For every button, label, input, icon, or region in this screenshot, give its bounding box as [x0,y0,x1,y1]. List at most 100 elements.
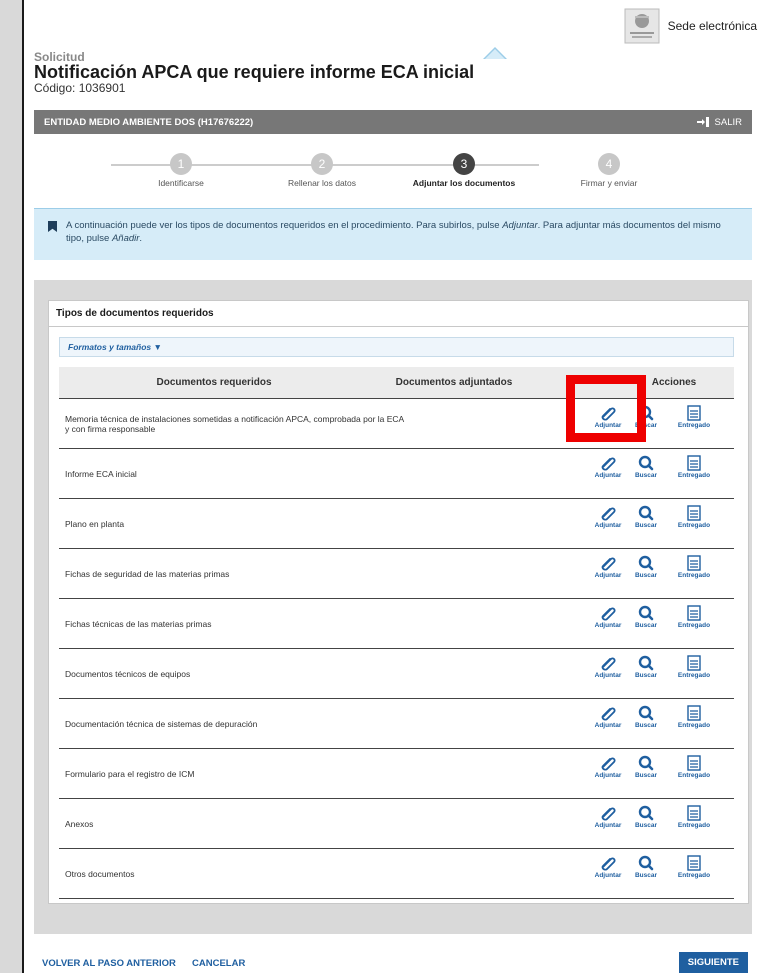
attach-button[interactable]: Adjuntar [588,655,628,679]
search-button[interactable]: Buscar [626,855,666,879]
cancel-button[interactable]: CANCELAR [192,958,245,969]
row-actions: Adjuntar Buscar Entregado [582,455,732,493]
attach-label: Adjuntar [594,522,622,529]
table-row: Fichas de seguridad de las materias prim… [59,549,734,599]
search-icon [626,655,666,671]
step-3: 3 Adjuntar los documentos [394,153,534,188]
delivered-label: Entregado [677,622,711,629]
attach-button[interactable]: Adjuntar [588,555,628,579]
search-button[interactable]: Buscar [626,555,666,579]
documents-table: Memoria técnica de instalaciones sometid… [59,399,734,899]
delivered-button[interactable]: Entregado [674,605,714,629]
delivered-label: Entregado [677,722,711,729]
attach-button[interactable]: Adjuntar [588,505,628,529]
highlight-box [566,375,646,442]
bookmark-icon [48,221,57,232]
document-name: Anexos [65,818,94,829]
document-icon [674,705,714,721]
step-number: 1 [170,153,192,175]
search-button[interactable]: Buscar [626,755,666,779]
exit-button[interactable]: SALIR [696,116,742,128]
table-row: Plano en planta Adjuntar Buscar Entregado [59,499,734,549]
table-row: Fichas técnicas de las materias primas Ad… [59,599,734,649]
delivered-label: Entregado [677,572,711,579]
exit-label: SALIR [714,116,742,128]
row-actions: Adjuntar Buscar Entregado [582,855,732,893]
attach-label: Adjuntar [594,472,622,479]
entity-name: ENTIDAD MEDIO AMBIENTE DOS (H17676222) [44,116,254,128]
paperclip-icon [588,605,628,621]
search-button[interactable]: Buscar [626,705,666,729]
document-name: Plano en planta [65,518,125,529]
delivered-button[interactable]: Entregado [674,505,714,529]
document-name: Fichas técnicas de las materias primas [65,618,212,629]
table-row: Otros documentos Adjuntar Buscar Entregado [59,849,734,899]
attach-label: Adjuntar [594,572,622,579]
attach-label: Adjuntar [594,772,622,779]
table-row: Anexos Adjuntar Buscar Entregado [59,799,734,849]
attach-button[interactable]: Adjuntar [588,455,628,479]
search-label: Buscar [634,772,658,779]
attach-button[interactable]: Adjuntar [588,605,628,629]
delivered-label: Entregado [677,822,711,829]
table-row: Formulario para el registro de ICM Adjunt… [59,749,734,799]
row-actions: Adjuntar Buscar Entregado [582,655,732,693]
document-name: Formulario para el registro de ICM [65,768,195,779]
search-button[interactable]: Buscar [626,605,666,629]
delivered-button[interactable]: Entregado [674,655,714,679]
paperclip-icon [588,455,628,471]
search-icon [626,605,666,621]
step-4: 4 Firmar y enviar [539,153,679,188]
attach-button[interactable]: Adjuntar [588,805,628,829]
search-icon [626,455,666,471]
formats-toggle[interactable]: Formatos y tamaños ▼ [59,337,734,357]
search-button[interactable]: Buscar [626,805,666,829]
info-emphasis-attach: Adjuntar [502,220,538,231]
delivered-button[interactable]: Entregado [674,705,714,729]
search-label: Buscar [634,722,658,729]
document-name: Memoria técnica de instalaciones sometid… [65,413,404,434]
government-seal-icon [624,8,660,44]
search-button[interactable]: Buscar [626,655,666,679]
attach-button[interactable]: Adjuntar [588,855,628,879]
delivered-label: Entregado [677,522,711,529]
sign-out-icon [696,117,709,127]
delivered-button[interactable]: Entregado [674,805,714,829]
step-number: 2 [311,153,333,175]
search-button[interactable]: Buscar [626,455,666,479]
sede-electronica-header[interactable]: Sede electrónica [624,8,759,44]
search-icon [626,705,666,721]
step-wizard: 1 Identificarse 2 Rellenar los datos 3 A… [34,150,752,200]
sede-electronica-label[interactable]: Sede electrónica [668,19,757,33]
document-name: Informe ECA inicial [65,468,137,479]
attach-button[interactable]: Adjuntar [588,705,628,729]
search-button[interactable]: Buscar [626,505,666,529]
document-name: Fichas de seguridad de las materias prim… [65,568,230,579]
document-icon [674,805,714,821]
delivered-button[interactable]: Entregado [674,405,714,429]
paperclip-icon [588,755,628,771]
attach-label: Adjuntar [594,722,622,729]
search-label: Buscar [634,522,658,529]
header-required: Documentos requeridos [156,377,272,388]
search-label: Buscar [634,622,658,629]
search-icon [626,855,666,871]
attach-button[interactable]: Adjuntar [588,755,628,779]
delivered-button[interactable]: Entregado [674,555,714,579]
back-button[interactable]: VOLVER AL PASO ANTERIOR [42,958,176,969]
delivered-button[interactable]: Entregado [674,855,714,879]
search-label: Buscar [634,572,658,579]
next-button[interactable]: SIGUIENTE [678,952,748,973]
card-title: Tipos de documentos requeridos [49,301,748,327]
delivered-label: Entregado [677,772,711,779]
row-actions: Adjuntar Buscar Entregado [582,505,732,543]
delivered-button[interactable]: Entregado [674,455,714,479]
step-1: 1 Identificarse [111,153,251,188]
document-name: Documentación técnica de sistemas de dep… [65,718,258,729]
delivered-button[interactable]: Entregado [674,755,714,779]
attach-label: Adjuntar [594,872,622,879]
document-name: Documentos técnicos de equipos [65,668,191,679]
paperclip-icon [588,705,628,721]
row-actions: Adjuntar Buscar Entregado [582,755,732,793]
search-label: Buscar [634,472,658,479]
